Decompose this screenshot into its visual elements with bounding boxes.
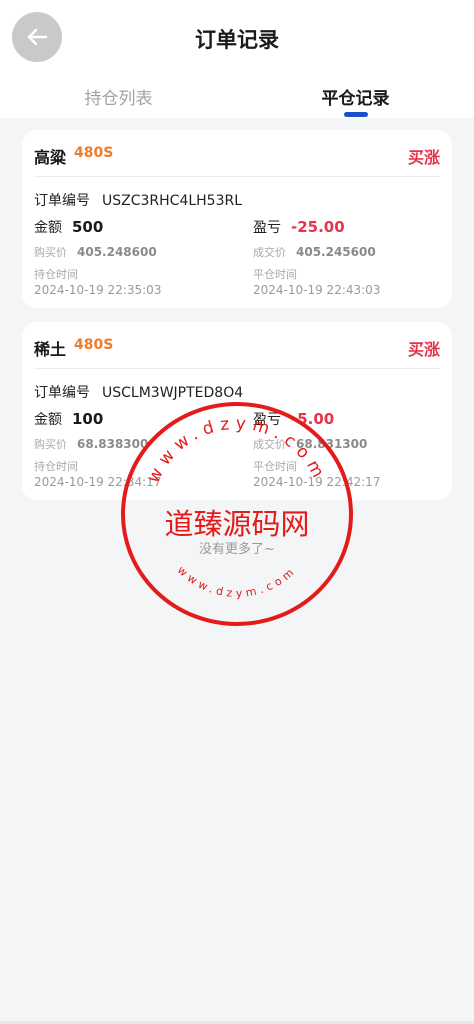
no-more-text: 没有更多了~ bbox=[199, 542, 275, 557]
tab-bar: 持仓列表 平仓记录 bbox=[0, 84, 474, 118]
open-time-label: 持仓时间 bbox=[34, 460, 78, 473]
card-divider bbox=[34, 176, 440, 177]
app-header: 订单记录 持仓列表 平仓记录 bbox=[0, 0, 474, 118]
order-card-header: 高粱 480S 买涨 bbox=[34, 144, 440, 168]
product-name: 稀土 bbox=[34, 340, 67, 359]
order-number-row: 订单编号 USZC3RHC4LH53RL bbox=[34, 190, 242, 210]
open-time-value: 2024-10-19 22:35:03 bbox=[34, 283, 162, 297]
buy-price-row: 购买价 68.838300 bbox=[34, 436, 148, 452]
amount-value: 100 bbox=[72, 410, 104, 428]
deal-price-row: 成交价 68.831300 bbox=[253, 436, 367, 452]
amount-value: 500 bbox=[72, 218, 104, 236]
amount-label: 金额 bbox=[34, 220, 62, 236]
lot-badge: 480S bbox=[74, 337, 114, 353]
deal-price-value: 68.831300 bbox=[296, 437, 368, 451]
tab-positions[interactable]: 持仓列表 bbox=[0, 84, 237, 109]
card-divider bbox=[34, 368, 440, 369]
buy-price-row: 购买价 405.248600 bbox=[34, 244, 157, 260]
close-time-label: 平仓时间 bbox=[253, 268, 297, 281]
order-number-row: 订单编号 USCLM3WJPTED8O4 bbox=[34, 382, 243, 402]
buy-price-value: 405.248600 bbox=[77, 245, 157, 259]
deal-price-label: 成交价 bbox=[253, 246, 286, 259]
close-time-value: 2024-10-19 22:43:03 bbox=[253, 283, 381, 297]
watermark-ring-bottom: www.dzym.com bbox=[175, 564, 299, 600]
active-tab-indicator bbox=[344, 112, 368, 117]
close-time-label: 平仓时间 bbox=[253, 460, 297, 473]
deal-price-label: 成交价 bbox=[253, 438, 286, 451]
order-card[interactable]: 稀土 480S 买涨 订单编号 USCLM3WJPTED8O4 金额 100 盈亏 -… bbox=[22, 322, 452, 500]
profit-loss-value: -25.00 bbox=[291, 218, 345, 236]
profit-loss-label: 盈亏 bbox=[253, 412, 281, 428]
profit-loss-label: 盈亏 bbox=[253, 220, 281, 236]
open-time-label: 持仓时间 bbox=[34, 268, 78, 281]
lot-badge: 480S bbox=[74, 145, 114, 161]
profit-loss-value: -5.00 bbox=[291, 410, 335, 428]
direction-label: 买涨 bbox=[407, 340, 440, 359]
direction-label: 买涨 bbox=[407, 148, 440, 167]
deal-price-value: 405.245600 bbox=[296, 245, 376, 259]
profit-loss-row: 盈亏 -5.00 bbox=[253, 409, 334, 429]
tab-closed-records[interactable]: 平仓记录 bbox=[237, 84, 474, 117]
order-card-header: 稀土 480S 买涨 bbox=[34, 336, 440, 360]
amount-label: 金额 bbox=[34, 412, 62, 428]
order-number-value: USCLM3WJPTED8O4 bbox=[102, 385, 244, 401]
profit-loss-row: 盈亏 -25.00 bbox=[253, 217, 345, 237]
deal-price-row: 成交价 405.245600 bbox=[253, 244, 376, 260]
order-number-label: 订单编号 bbox=[34, 193, 90, 209]
product-name: 高粱 bbox=[34, 148, 67, 167]
buy-price-label: 购买价 bbox=[34, 438, 67, 451]
buy-price-label: 购买价 bbox=[34, 246, 67, 259]
page-title: 订单记录 bbox=[195, 28, 279, 52]
buy-price-value: 68.838300 bbox=[77, 437, 149, 451]
order-number-label: 订单编号 bbox=[34, 385, 90, 401]
close-time-value: 2024-10-19 22:42:17 bbox=[253, 475, 381, 489]
amount-row: 金额 500 bbox=[34, 217, 103, 237]
amount-row: 金额 100 bbox=[34, 409, 103, 429]
watermark-title: 道臻源码网 bbox=[164, 507, 309, 541]
order-card[interactable]: 高粱 480S 买涨 订单编号 USZC3RHC4LH53RL 金额 500 盈亏 -… bbox=[22, 130, 452, 308]
tab-closed-records-label: 平仓记录 bbox=[321, 89, 390, 109]
order-number-value: USZC3RHC4LH53RL bbox=[102, 193, 243, 209]
open-time-value: 2024-10-19 22:34:17 bbox=[34, 475, 162, 489]
